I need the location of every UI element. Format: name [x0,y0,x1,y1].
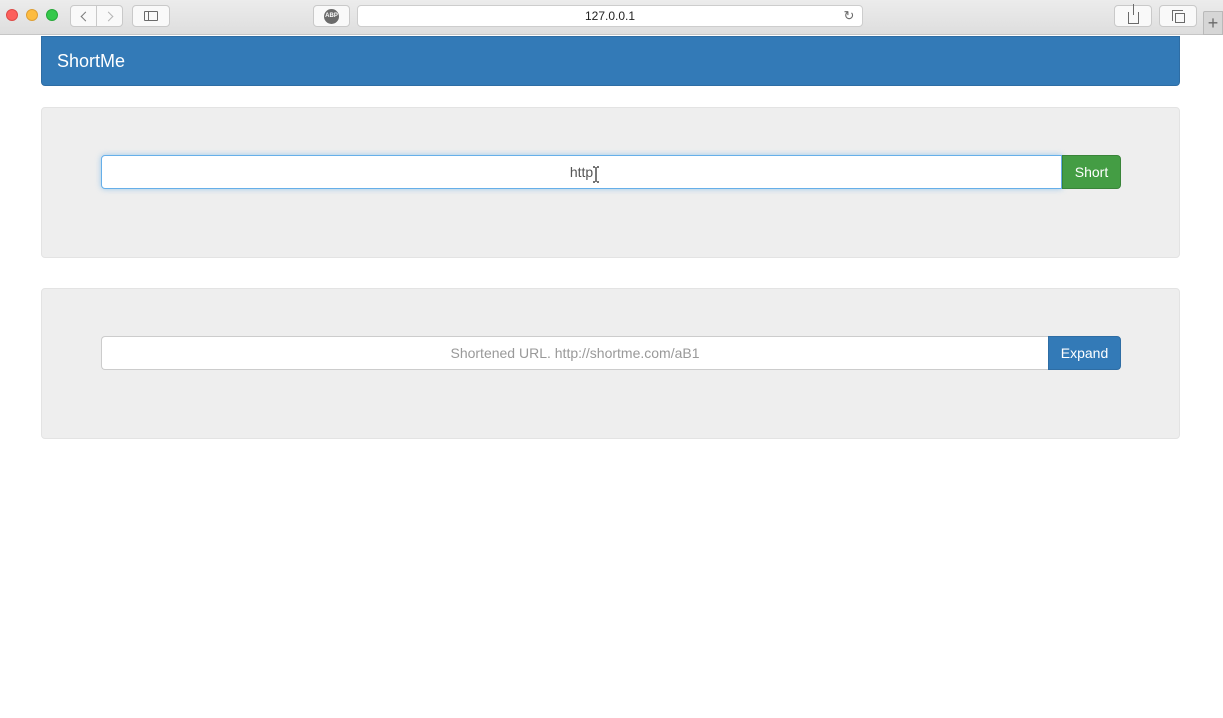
navbar: ShortMe [41,36,1180,86]
short-url-input[interactable] [101,336,1048,370]
shorten-panel: Short [41,107,1180,258]
minimize-window-button[interactable] [26,9,38,21]
short-button[interactable]: Short [1062,155,1121,189]
maximize-window-button[interactable] [46,9,58,21]
adblock-button[interactable]: ABP [313,5,350,27]
chevron-left-icon [80,11,90,21]
chevron-right-icon [103,11,113,21]
share-icon [1127,4,1139,24]
shorten-input-group: Short [101,155,1121,189]
forward-button[interactable] [96,5,123,27]
expand-panel: Expand [41,288,1180,439]
new-tab-button[interactable]: + [1203,11,1223,35]
back-button[interactable] [70,5,97,27]
browser-toolbar: ABP 127.0.0.1 ↻ + [0,0,1223,35]
text-cursor-icon [593,166,599,183]
address-bar[interactable]: 127.0.0.1 ↻ [357,5,863,27]
plus-icon: + [1207,13,1219,33]
show-tabs-button[interactable] [1159,5,1197,27]
address-url: 127.0.0.1 [584,9,636,23]
brand-link[interactable]: ShortMe [57,51,125,72]
close-window-button[interactable] [6,9,18,21]
share-button[interactable] [1114,4,1152,27]
expand-input-group: Expand [101,336,1121,370]
adblock-icon: ABP [324,8,339,24]
expand-button[interactable]: Expand [1048,336,1121,370]
sidebar-icon [144,11,158,21]
sidebar-toggle-button[interactable] [132,5,170,27]
tabs-icon [1171,9,1185,23]
reload-icon[interactable]: ↻ [842,9,856,23]
long-url-input[interactable] [101,155,1062,189]
